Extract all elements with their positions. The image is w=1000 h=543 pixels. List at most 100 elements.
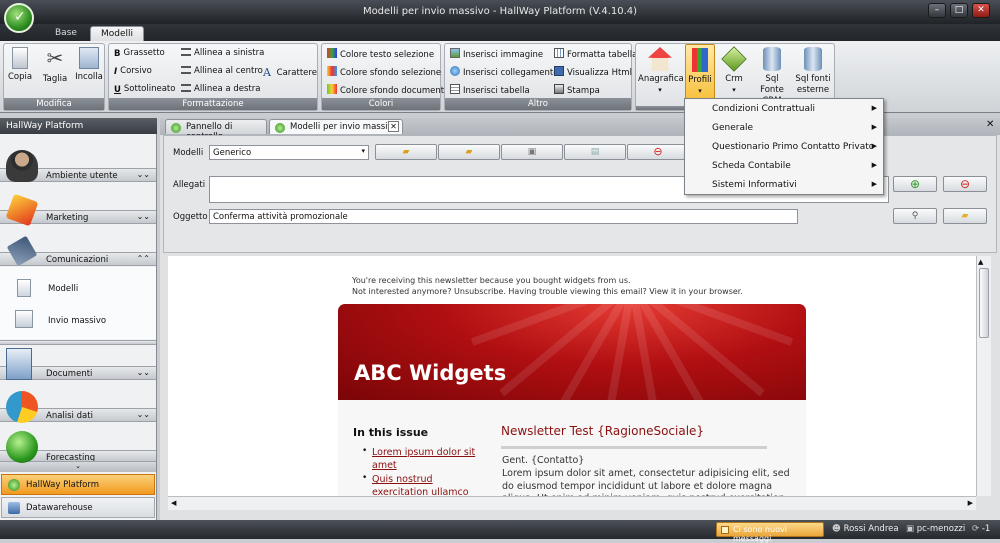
email-greeting: Gent. {Contatto}: [502, 455, 585, 466]
submenu-arrow-icon: ▶: [871, 123, 877, 131]
sidebar-item-invio-massivo[interactable]: Invio massivo: [48, 316, 106, 326]
messages-notification[interactable]: Ci sono nuovi messaggi: [716, 522, 824, 543]
allinea-centro-button[interactable]: Allinea al centro: [181, 66, 263, 76]
add-icon: ⊕: [909, 177, 921, 191]
tab-modelli-per-invio-massivo[interactable]: Modelli per invio massivo ✕: [269, 119, 403, 134]
scroll-left-icon[interactable]: ◀: [171, 499, 176, 507]
new-model-button[interactable]: ▰: [375, 144, 437, 160]
app-logo-icon[interactable]: ✓: [4, 3, 34, 33]
copy-doc-icon: ▤: [590, 147, 600, 157]
pie-chart-icon: [6, 391, 38, 423]
edit-model-button[interactable]: ▰: [438, 144, 500, 160]
scroll-thumb[interactable]: [979, 268, 989, 338]
menu-item-sistemi-informativi[interactable]: Sistemi Informativi ▶: [685, 177, 883, 195]
copia-label: Copia: [7, 72, 33, 82]
ribbon-tab-row: [0, 24, 1000, 41]
sidebar-item-modelli[interactable]: Modelli: [48, 284, 78, 294]
carattere-button[interactable]: A Carattere: [263, 66, 317, 79]
table-icon: [450, 84, 460, 94]
computer-icon: ▣: [906, 524, 915, 534]
delete-model-button[interactable]: ⊖: [627, 144, 689, 160]
inserisci-immagine-button[interactable]: Inserisci immagine: [450, 48, 543, 60]
scissors-icon: ✂: [46, 46, 64, 70]
chevron-down-icon: ⌄⌄: [136, 368, 150, 377]
align-center-icon: [181, 66, 191, 74]
horizontal-scrollbar[interactable]: ◀ ▶: [168, 496, 976, 510]
incolla-button[interactable]: Incolla: [74, 47, 104, 83]
minimize-icon[interactable]: –: [928, 3, 946, 18]
menu-item-questionario[interactable]: Questionario Primo Contatto Privato ▶: [685, 139, 883, 157]
text-color-icon: [327, 48, 337, 58]
add-attachment-button[interactable]: ⊕: [893, 176, 937, 192]
close-tab-icon[interactable]: ✕: [388, 121, 399, 132]
vertical-scrollbar[interactable]: ▲: [976, 256, 991, 496]
issue-title: In this issue: [353, 426, 429, 439]
crm-button[interactable]: Crm ▾: [718, 46, 750, 96]
inserisci-collegamento-button[interactable]: Inserisci collegamento: [450, 66, 558, 78]
inserisci-tabella-button[interactable]: Inserisci tabella: [450, 84, 530, 96]
close-icon[interactable]: ✕: [972, 3, 990, 18]
remove-attachment-button[interactable]: ⊖: [943, 176, 987, 192]
copy-model-button[interactable]: ▤: [564, 144, 626, 160]
submenu-arrow-icon: ▶: [871, 180, 877, 188]
issue-link-1[interactable]: Lorem ipsum dolor sit amet: [372, 446, 490, 472]
status-machine: ▣ pc-menozzi: [906, 524, 966, 534]
sottolineato-button[interactable]: U Sottolineato: [114, 84, 175, 95]
menu-item-condizioni-contrattuali[interactable]: Condizioni Contrattuali ▶: [685, 101, 883, 119]
profili-dropdown-menu: Condizioni Contrattuali ▶ Generale ▶ Quest…: [684, 98, 884, 195]
oggetto-input[interactable]: Conferma attività promozionale: [209, 209, 798, 224]
anagrafica-button[interactable]: Anagrafica ▾: [638, 47, 684, 96]
copia-button[interactable]: Copia: [6, 47, 34, 83]
submenu-arrow-icon: ▶: [871, 104, 877, 112]
mail-icon: [721, 526, 729, 534]
preheader-line-1: You're receiving this newsletter because…: [352, 276, 631, 285]
tab-modelli[interactable]: Modelli: [90, 26, 145, 41]
close-panel-icon[interactable]: ✕: [986, 119, 994, 130]
menu-item-scheda-contabile[interactable]: Scheda Contabile ▶: [685, 158, 883, 176]
save-model-button[interactable]: ▣: [501, 144, 563, 160]
datawarehouse-icon: [8, 502, 20, 514]
profili-button[interactable]: Profili ▾: [685, 44, 715, 99]
bold-icon: B: [114, 49, 121, 59]
submenu-arrow-icon: ▶: [871, 161, 877, 169]
group-caption: Modifica: [4, 98, 104, 110]
allinea-sinistra-button[interactable]: Allinea a sinistra: [181, 48, 264, 58]
formatta-tabella-button[interactable]: Formatta tabella: [554, 48, 637, 60]
delete-icon: ⊖: [653, 145, 663, 158]
bullet: •: [362, 446, 368, 456]
grassetto-button[interactable]: B Grassetto: [114, 48, 165, 59]
search-button[interactable]: ⚲: [893, 208, 937, 224]
chevron-down-icon: ⌄⌄: [136, 410, 150, 419]
taglia-button[interactable]: ✂ Taglia: [40, 47, 70, 85]
status-count: ⟳ -1: [972, 524, 991, 534]
tab-pannello-di-controllo[interactable]: Pannello di controllo: [165, 119, 267, 142]
maximize-icon[interactable]: □: [950, 3, 968, 18]
colore-testo-button[interactable]: Colore testo selezione: [327, 48, 434, 60]
allinea-destra-button[interactable]: Allinea a destra: [181, 84, 260, 94]
invio-massivo-icon: [15, 310, 33, 328]
remove-icon: ⊖: [959, 177, 971, 191]
sidebar-item-hallway-platform[interactable]: HallWay Platform: [1, 474, 155, 495]
modelli-select[interactable]: Generico ▾: [209, 145, 369, 160]
sidebar-item-datawarehouse[interactable]: Datawarehouse: [1, 497, 155, 518]
menu-item-generale[interactable]: Generale ▶: [685, 120, 883, 138]
corsivo-button[interactable]: I Corsivo: [114, 66, 152, 77]
sidebar-splitter[interactable]: ⌄: [0, 462, 156, 472]
allegati-label: Allegati: [173, 180, 206, 190]
open-folder-button[interactable]: ▰: [943, 208, 987, 224]
title-bar: Modelli per invio massivo - HallWay Plat…: [0, 0, 1000, 24]
tab-base[interactable]: Base: [45, 26, 87, 41]
folder-add-icon: ▰: [402, 147, 410, 157]
italic-icon: I: [114, 67, 118, 77]
group-caption: Formattazione: [109, 98, 317, 110]
copy-icon: [12, 47, 28, 69]
stampa-button[interactable]: Stampa: [554, 84, 600, 96]
modelli-icon: [17, 279, 31, 297]
colore-sfondo-selezione-button[interactable]: Colore sfondo selezione: [327, 66, 441, 78]
visualizza-html-button[interactable]: Visualizza Html: [554, 66, 632, 78]
hallway-icon: [8, 479, 20, 491]
scroll-right-icon[interactable]: ▶: [968, 499, 973, 507]
scroll-up-icon[interactable]: ▲: [978, 258, 983, 266]
sync-icon: ⟳: [972, 524, 980, 534]
colore-sfondo-documento-button[interactable]: Colore sfondo documento: [327, 84, 449, 96]
